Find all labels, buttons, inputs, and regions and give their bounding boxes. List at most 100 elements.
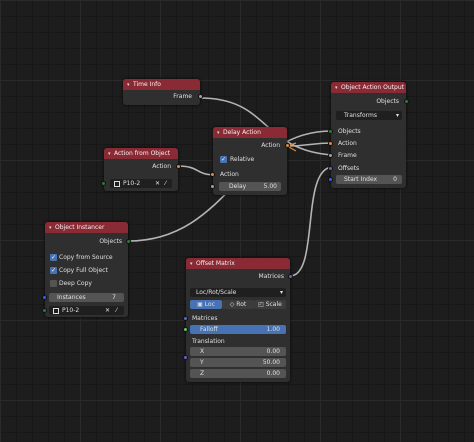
object-action-output-title: Object Action Output	[341, 84, 404, 91]
offsets-input-socket[interactable]	[328, 166, 333, 171]
z-value: 0.00	[266, 370, 280, 377]
object-picker-field[interactable]: P10-2	[110, 179, 172, 188]
start-index-value: 0	[393, 176, 397, 183]
action-from-object-node[interactable]: ▾ Action from Object Action P10-2 ✕ ⁄	[101, 148, 181, 191]
time-info-title: Time Info	[133, 81, 161, 88]
delay-field[interactable]: Delay 5.00	[219, 182, 281, 191]
checkmark-icon: ✓	[50, 267, 57, 274]
object-picker-value: P10-2	[123, 180, 141, 187]
matrices-input-label: Matrices	[192, 315, 218, 322]
action-output-socket[interactable]	[176, 164, 181, 169]
object-picker-field[interactable]: P10-2	[49, 306, 124, 315]
relative-checkbox[interactable]: ✓	[220, 156, 227, 163]
loc-toggle-button[interactable]: ▣ Loc	[190, 300, 222, 309]
link-matrices-to-output-offsets	[289, 166, 334, 277]
offset-matrix-node[interactable]: ▾ Offset Matrix Matrices Loc/Rot/Scale ▾ …	[183, 258, 293, 382]
object-input-socket[interactable]	[42, 308, 47, 313]
y-label: Y	[200, 359, 204, 366]
objects-output-label: Objects	[99, 238, 122, 245]
falloff-value: 1.00	[266, 326, 280, 333]
copy-full-object-checkbox[interactable]: ✓	[50, 267, 57, 274]
matrices-output-socket[interactable]	[288, 274, 293, 279]
start-index-socket[interactable]	[328, 177, 333, 182]
mode-dropdown[interactable]: Loc/Rot/Scale ▾	[190, 288, 286, 297]
instances-socket[interactable]	[42, 295, 47, 300]
object-icon	[53, 307, 59, 314]
delay-label: Delay	[229, 183, 247, 190]
action-output-label: Action	[261, 142, 280, 149]
action-from-object-title: Action from Object	[114, 150, 171, 157]
action-input-label: Action	[220, 171, 239, 178]
object-action-output-header[interactable]: ▾ Object Action Output	[331, 82, 406, 93]
falloff-field[interactable]: Falloff 1.00	[190, 325, 286, 334]
action-input-socket[interactable]	[210, 172, 215, 177]
mode-dropdown[interactable]: Transforms ▾	[336, 111, 402, 120]
falloff-socket[interactable]	[183, 327, 188, 332]
object-instancer-header[interactable]: ▾ Object Instancer	[45, 222, 128, 233]
translation-y-field[interactable]: Y 50.00	[190, 358, 286, 367]
deep-copy-label: Deep Copy	[59, 280, 92, 287]
start-index-field[interactable]: Start Index 0	[336, 175, 402, 184]
action-input-label: Action	[338, 140, 357, 147]
objects-input-socket[interactable]	[328, 129, 333, 134]
object-action-output-node[interactable]: ▾ Object Action Output Objects Transforms…	[328, 82, 409, 188]
x-value: 0.00	[266, 348, 280, 355]
eyedropper-icon[interactable]: ⁄	[165, 179, 166, 188]
checkmark-icon: ✓	[50, 254, 57, 261]
action-output-socket[interactable]	[285, 143, 290, 148]
frame-output-socket[interactable]	[198, 94, 203, 99]
delay-action-node[interactable]: ▾ Delay Action Action ✓ Relative Action D…	[210, 127, 290, 195]
objects-output-socket[interactable]	[404, 99, 409, 104]
translation-socket[interactable]	[183, 355, 188, 360]
objects-input-label: Objects	[338, 128, 361, 135]
delay-action-header[interactable]: ▾ Delay Action	[213, 127, 287, 138]
matrices-output-label: Matrices	[258, 273, 284, 280]
clear-object-icon[interactable]: ✕	[155, 179, 160, 188]
start-index-label: Start Index	[344, 176, 378, 183]
object-picker-value: P10-2	[62, 307, 80, 314]
instances-field[interactable]: Instances 7	[49, 293, 124, 302]
y-value: 50.00	[262, 359, 280, 366]
frame-input-label: Frame	[338, 152, 357, 159]
offset-matrix-header[interactable]: ▾ Offset Matrix	[186, 258, 290, 269]
copy-full-object-label: Copy Full Object	[59, 267, 108, 274]
frame-output-label: Frame	[173, 93, 192, 100]
translation-z-field[interactable]: Z 0.00	[190, 369, 286, 378]
mode-dropdown-value: Transforms	[344, 112, 377, 119]
loc-icon: ▣	[197, 301, 205, 308]
checkmark-icon: ✓	[220, 156, 227, 163]
scale-label: Scale	[265, 301, 282, 308]
translation-label: Translation	[192, 338, 225, 345]
clear-object-icon[interactable]: ✕	[105, 306, 110, 315]
delay-input-socket[interactable]	[210, 184, 215, 189]
instances-label: Instances	[57, 294, 86, 301]
time-info-header[interactable]: ▾ Time Info	[123, 79, 200, 90]
frame-input-socket[interactable]	[328, 153, 333, 158]
time-info-node[interactable]: ▾ Time Info Frame	[123, 79, 203, 105]
x-label: X	[200, 348, 205, 355]
falloff-label: Falloff	[200, 326, 218, 333]
deep-copy-checkbox[interactable]	[50, 280, 57, 287]
scale-toggle-button[interactable]: ◰ Scale	[254, 300, 286, 309]
scale-icon: ◰	[258, 301, 266, 308]
chevron-down-icon: ▾	[395, 112, 399, 119]
eyedropper-icon[interactable]: ⁄	[116, 306, 117, 315]
action-input-socket[interactable]	[328, 141, 333, 146]
delay-action-title: Delay Action	[223, 129, 261, 136]
delay-value: 5.00	[263, 183, 277, 190]
copy-from-source-checkbox[interactable]: ✓	[50, 254, 57, 261]
action-output-label: Action	[152, 163, 171, 170]
action-from-object-header[interactable]: ▾ Action from Object	[104, 148, 178, 159]
offset-matrix-title: Offset Matrix	[196, 260, 235, 267]
translation-x-field[interactable]: X 0.00	[190, 347, 286, 356]
object-instancer-node[interactable]: ▾ Object Instancer Objects ✓ Copy from So…	[42, 222, 131, 317]
rot-toggle-button[interactable]: ◇ Rot	[222, 300, 254, 309]
rot-label: Rot	[236, 301, 247, 308]
copy-from-source-label: Copy from Source	[59, 254, 113, 261]
objects-output-socket[interactable]	[126, 239, 131, 244]
matrices-input-socket[interactable]	[183, 316, 188, 321]
mode-dropdown-value: Loc/Rot/Scale	[196, 289, 237, 296]
object-input-socket[interactable]	[101, 181, 106, 186]
object-instancer-title: Object Instancer	[55, 224, 105, 231]
z-label: Z	[200, 370, 205, 377]
